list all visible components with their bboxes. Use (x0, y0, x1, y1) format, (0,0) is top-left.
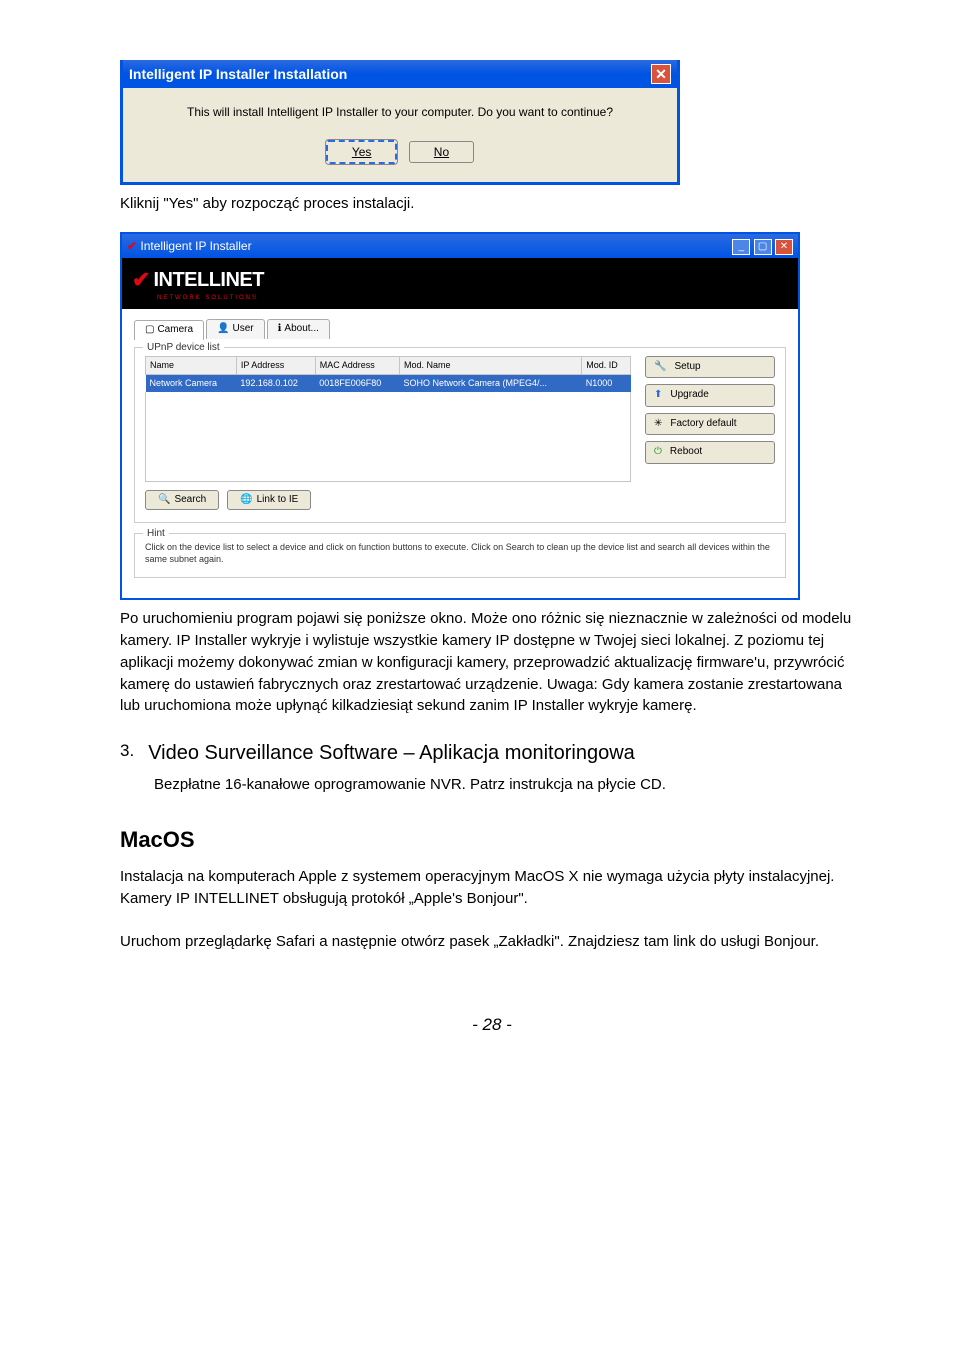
yes-button[interactable]: Yes (326, 140, 398, 164)
brand-bar: ✔ INTELLINET NETWORK SOLUTIONS (122, 258, 798, 309)
factory-default-button[interactable]: ✳Factory default (645, 413, 775, 436)
macos-heading: MacOS (120, 824, 864, 856)
link-to-ie-button[interactable]: 🌐Link to IE (227, 490, 311, 511)
page-number: - 28 - (120, 1013, 864, 1038)
dialog-title: Intelligent IP Installer Installation (129, 64, 347, 84)
upgrade-icon: ⬆ (654, 388, 662, 403)
dialog-message: This will install Intelligent IP Install… (143, 104, 657, 121)
caption-yes: Kliknij "Yes" aby rozpocząć proces insta… (120, 193, 864, 215)
col-name: Name (146, 356, 237, 374)
user-icon: 👤 (217, 322, 229, 337)
body-paragraph: Po uruchomieniu program pojawi się poniż… (120, 608, 864, 717)
macos-paragraph-2: Uruchom przeglądarkę Safari a następnie … (120, 931, 864, 953)
maximize-icon[interactable]: ▢ (754, 239, 772, 255)
fieldset-label: UPnP device list (143, 341, 224, 356)
search-icon: 🔍 (158, 493, 170, 508)
setup-button[interactable]: 🔧Setup (645, 356, 775, 379)
col-modid: Mod. ID (582, 356, 631, 374)
col-mac: MAC Address (315, 356, 399, 374)
camera-icon: ▢ (145, 323, 154, 338)
hint-text: Click on the device list to select a dev… (145, 542, 775, 565)
table-row[interactable]: Network Camera 192.168.0.102 0018FE006F8… (146, 374, 631, 392)
search-button[interactable]: 🔍Search (145, 490, 219, 511)
section-number: 3. (120, 739, 134, 768)
section-subtitle: Bezpłatne 16-kanałowe oprogramowanie NVR… (154, 774, 864, 796)
brand-subtitle: NETWORK SOLUTIONS (157, 294, 788, 303)
no-button[interactable]: No (409, 141, 474, 163)
hint-label: Hint (143, 527, 169, 542)
brand-check-icon: ✔ (132, 264, 150, 296)
installer-confirm-dialog: Intelligent IP Installer Installation ✕ … (120, 60, 680, 185)
wrench-icon: 🔧 (654, 360, 666, 375)
device-table[interactable]: Name IP Address MAC Address Mod. Name Mo… (145, 356, 631, 392)
brand-text: INTELLINET (153, 266, 264, 295)
app-title-text: Intelligent IP Installer (140, 239, 251, 253)
app-titlebar: ✔ Intelligent IP Installer _ ▢ ✕ (122, 234, 798, 258)
tab-user[interactable]: 👤User (206, 319, 265, 339)
section-title: Video Surveillance Software – Aplikacja … (148, 739, 635, 768)
ie-icon: 🌐 (240, 493, 252, 508)
power-icon: ⏻ (654, 445, 662, 460)
reboot-button[interactable]: ⏻Reboot (645, 441, 775, 464)
tab-about[interactable]: ℹAbout... (267, 319, 330, 339)
col-model: Mod. Name (399, 356, 581, 374)
close-icon[interactable]: ✕ (651, 64, 671, 84)
tab-camera[interactable]: ▢Camera (134, 320, 204, 340)
col-ip: IP Address (236, 356, 315, 374)
minimize-icon[interactable]: _ (732, 239, 750, 255)
close-icon[interactable]: ✕ (775, 239, 793, 255)
ip-installer-window: ✔ Intelligent IP Installer _ ▢ ✕ ✔ INTEL… (120, 232, 800, 600)
info-icon: ℹ (278, 322, 282, 337)
hint-group: Hint Click on the device list to select … (134, 533, 786, 578)
upnp-device-list-group: UPnP device list Name IP Address MAC Add… (134, 347, 786, 524)
upgrade-button[interactable]: ⬆Upgrade (645, 384, 775, 407)
factory-icon: ✳ (654, 417, 662, 432)
dialog-titlebar: Intelligent IP Installer Installation ✕ (123, 60, 677, 88)
macos-paragraph-1: Instalacja na komputerach Apple z system… (120, 866, 864, 910)
